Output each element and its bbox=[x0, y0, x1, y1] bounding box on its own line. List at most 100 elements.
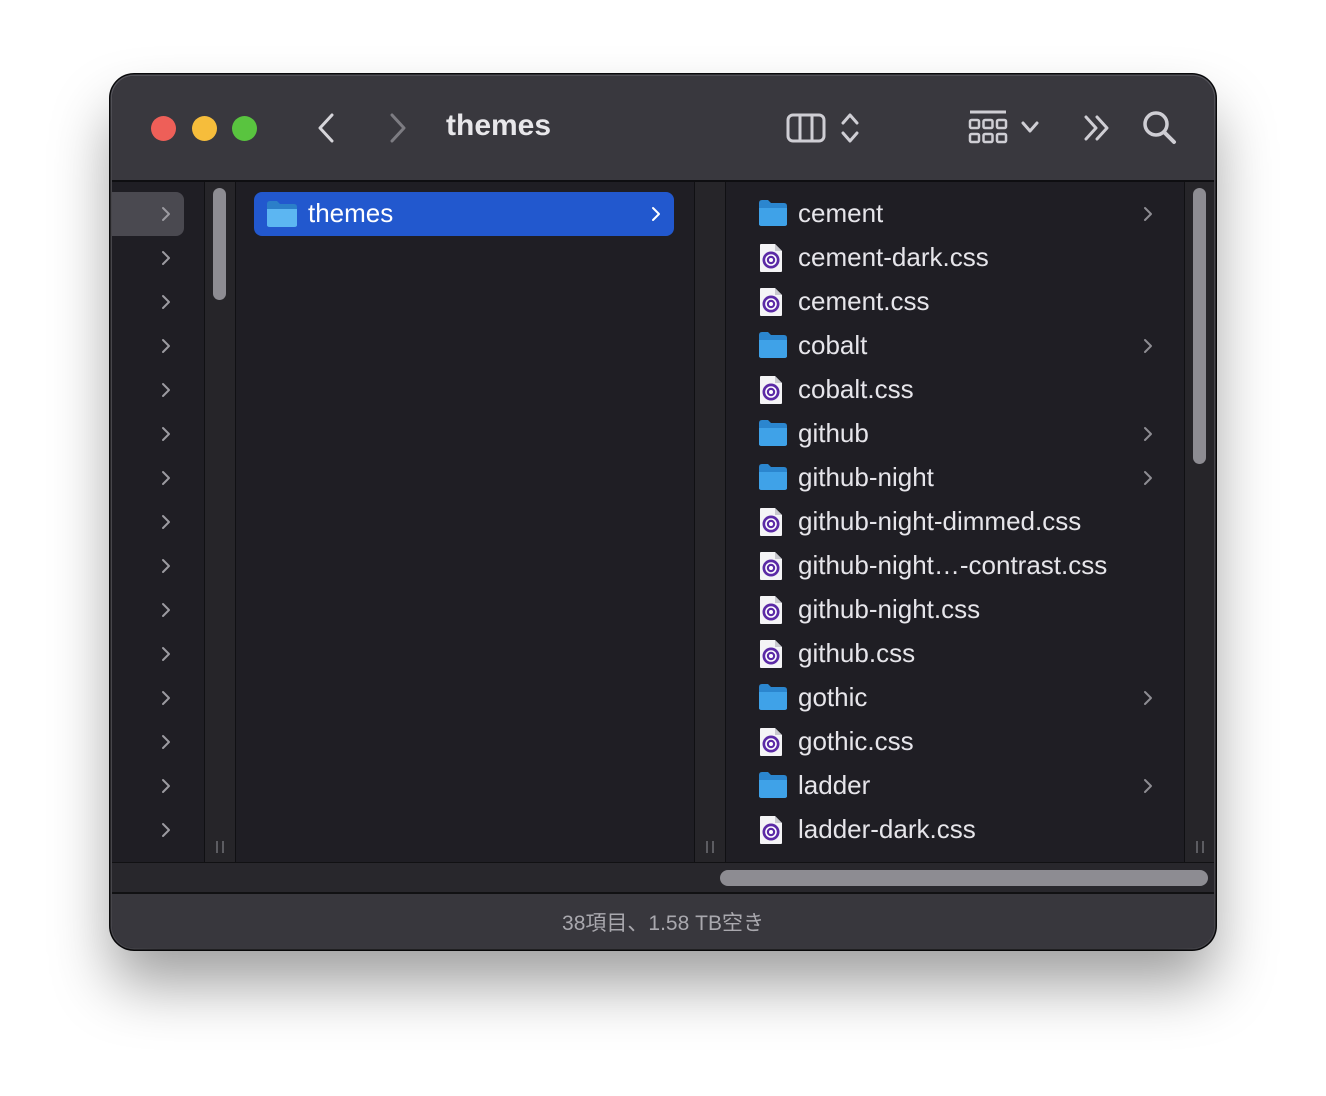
list-item-label: github-night…-contrast.css bbox=[798, 550, 1108, 580]
folder-list-item[interactable]: github bbox=[724, 412, 1184, 456]
list-item-label: cement.css bbox=[798, 286, 930, 316]
list-item[interactable] bbox=[112, 632, 184, 676]
css-file-icon bbox=[760, 552, 782, 580]
column-resize-grip-icon[interactable] bbox=[705, 840, 715, 854]
folder-list-item[interactable]: ladder bbox=[724, 764, 1184, 808]
double-chevron-icon[interactable] bbox=[1082, 114, 1112, 142]
chevron-right-icon bbox=[162, 823, 170, 837]
chevron-right-icon bbox=[162, 735, 170, 749]
list-item-label: cobalt.css bbox=[798, 374, 914, 404]
css-file-icon bbox=[760, 816, 782, 844]
chevron-right-icon[interactable] bbox=[386, 112, 410, 144]
folder-icon bbox=[759, 200, 787, 226]
file-list-item[interactable]: github-night-dimmed.css bbox=[724, 500, 1184, 544]
list-item-selected[interactable]: themes bbox=[254, 192, 674, 236]
view-options-chevron-icon[interactable] bbox=[840, 111, 860, 145]
list-item-label: cement-dark.css bbox=[798, 242, 989, 272]
status-bar: 38項目、1.58 TB空き bbox=[112, 892, 1214, 948]
folder-list-item[interactable]: cement bbox=[724, 192, 1184, 236]
css-file-icon bbox=[760, 596, 782, 624]
chevron-right-icon bbox=[1144, 207, 1152, 221]
file-list-item[interactable]: github-night.css bbox=[724, 588, 1184, 632]
list-item[interactable] bbox=[112, 324, 184, 368]
file-list-item[interactable]: github-night…-contrast.css bbox=[724, 544, 1184, 588]
file-list-item[interactable]: github.css bbox=[724, 632, 1184, 676]
list-item[interactable] bbox=[112, 764, 184, 808]
horizontal-scrollbar[interactable] bbox=[112, 862, 1214, 893]
column-divider[interactable] bbox=[694, 182, 726, 862]
list-item-label: github-night-dimmed.css bbox=[798, 506, 1082, 536]
chevron-right-icon bbox=[1144, 779, 1152, 793]
zoom-window-button[interactable] bbox=[232, 116, 257, 141]
file-list-item[interactable]: ladder-dark.css bbox=[724, 808, 1184, 852]
search-icon[interactable] bbox=[1142, 110, 1178, 146]
chevron-right-icon bbox=[1144, 691, 1152, 705]
chevron-right-icon bbox=[162, 471, 170, 485]
list-item-label: cement bbox=[798, 198, 884, 228]
chevron-left-icon[interactable] bbox=[314, 112, 338, 144]
chevron-right-icon bbox=[162, 339, 170, 353]
list-item[interactable] bbox=[112, 808, 184, 852]
minimize-window-button[interactable] bbox=[192, 116, 217, 141]
list-item-label: github-night.css bbox=[798, 594, 981, 624]
column-divider[interactable] bbox=[204, 182, 236, 862]
scrollbar-thumb[interactable] bbox=[1193, 188, 1206, 464]
list-item[interactable] bbox=[112, 588, 184, 632]
list-item[interactable] bbox=[112, 500, 184, 544]
parent-column bbox=[112, 182, 204, 862]
chevron-right-icon bbox=[162, 559, 170, 573]
list-item-label: ladder-dark.css bbox=[798, 814, 976, 844]
scrollbar-thumb[interactable] bbox=[213, 188, 226, 300]
chevron-right-icon bbox=[162, 779, 170, 793]
group-grid-icon[interactable] bbox=[968, 110, 1008, 146]
css-file-icon bbox=[760, 640, 782, 668]
chevron-right-icon bbox=[162, 603, 170, 617]
chevron-right-icon bbox=[1144, 427, 1152, 441]
list-item[interactable] bbox=[112, 544, 184, 588]
column-browser: themes cement cement-dark.css cement.css co… bbox=[112, 182, 1214, 862]
chevron-right-icon bbox=[162, 383, 170, 397]
finder-window: themes themes cement cement-dark.css cem… bbox=[112, 76, 1214, 948]
list-item[interactable] bbox=[112, 280, 184, 324]
scrollbar-thumb[interactable] bbox=[720, 870, 1208, 886]
column-view-icon[interactable] bbox=[786, 112, 826, 144]
file-list-item[interactable]: cement-dark.css bbox=[724, 236, 1184, 280]
chevron-right-icon bbox=[162, 251, 170, 265]
file-list-item[interactable]: gothic.css bbox=[724, 720, 1184, 764]
chevron-right-icon bbox=[162, 647, 170, 661]
list-item[interactable] bbox=[112, 720, 184, 764]
folder-icon bbox=[759, 464, 787, 490]
list-item[interactable] bbox=[112, 192, 184, 236]
file-list-item[interactable]: cement.css bbox=[724, 280, 1184, 324]
chevron-down-icon[interactable] bbox=[1020, 120, 1040, 134]
list-item[interactable] bbox=[112, 368, 184, 412]
folder-icon bbox=[759, 420, 787, 446]
file-list-item[interactable]: cobalt.css bbox=[724, 368, 1184, 412]
column-divider[interactable] bbox=[1184, 182, 1214, 862]
column-resize-grip-icon[interactable] bbox=[1195, 840, 1205, 854]
folder-icon bbox=[759, 772, 787, 798]
list-item-label: gothic bbox=[798, 682, 868, 712]
list-item-label: cobalt bbox=[798, 330, 868, 360]
css-file-icon bbox=[760, 376, 782, 404]
list-item-label: github-night bbox=[798, 462, 934, 492]
chevron-right-icon bbox=[652, 207, 660, 221]
css-file-icon bbox=[760, 244, 782, 272]
list-item[interactable] bbox=[112, 236, 184, 280]
list-item[interactable] bbox=[112, 456, 184, 500]
window-title: themes bbox=[446, 109, 552, 142]
folder-list-item[interactable]: cobalt bbox=[724, 324, 1184, 368]
column-resize-grip-icon[interactable] bbox=[215, 840, 225, 854]
list-item-label: gothic.css bbox=[798, 726, 914, 756]
folder-list-item[interactable]: github-night bbox=[724, 456, 1184, 500]
folder-icon bbox=[759, 684, 787, 710]
close-window-button[interactable] bbox=[151, 116, 176, 141]
list-item-label: github bbox=[798, 418, 869, 448]
contents-column: cement cement-dark.css cement.css cobalt cob… bbox=[724, 182, 1184, 862]
list-item[interactable] bbox=[112, 676, 184, 720]
folder-list-item[interactable]: gothic bbox=[724, 676, 1184, 720]
toolbar: themes bbox=[112, 76, 1214, 182]
list-item[interactable] bbox=[112, 412, 184, 456]
status-text: 38項目、1.58 TB空き bbox=[562, 912, 764, 935]
chevron-right-icon bbox=[1144, 471, 1152, 485]
